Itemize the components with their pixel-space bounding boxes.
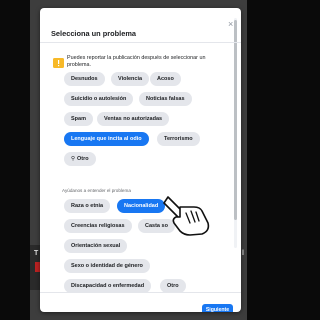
problem-chip-otro[interactable]: ⚲ Otro	[64, 152, 96, 166]
warning-icon	[53, 58, 64, 68]
report-dialog: Selecciona un problema × Puedes reportar…	[40, 8, 241, 312]
problem-chip-otro-label: Otro	[77, 156, 89, 162]
problem-chip-ventas[interactable]: Ventas no autorizadas	[97, 112, 170, 126]
problem-chip-lenguaje-odio[interactable]: Lenguaje que incita al odio	[64, 132, 149, 146]
problem-chip-spam[interactable]: Spam	[64, 112, 93, 126]
scrollbar-thumb[interactable]	[234, 20, 237, 220]
problem-chip-violencia[interactable]: Violencia	[111, 72, 150, 86]
dialog-title: Selecciona un problema	[51, 29, 137, 38]
problem-chip-suicidio[interactable]: Suicidio o autolesión	[64, 92, 134, 106]
background-text-left: T	[34, 250, 39, 257]
header-divider	[40, 42, 241, 43]
section-label: Ayúdanos a entender el problema	[62, 188, 131, 193]
problem-chip-terrorismo[interactable]: Terrorismo	[157, 132, 200, 146]
next-button[interactable]: Siguiente	[202, 304, 233, 312]
report-notice: Puedes reportar la publicación después d…	[67, 55, 206, 68]
problem-chip-acoso[interactable]: Acoso	[150, 72, 181, 86]
hand-pointer-icon	[163, 196, 210, 236]
search-icon: ⚲	[71, 156, 76, 162]
subproblem-chip-orientacion[interactable]: Orientación sexual	[64, 239, 128, 253]
subproblem-chip-discapacidad[interactable]: Discapacidad o enfermedad	[64, 279, 152, 293]
problem-chip-desnudos[interactable]: Desnudos	[64, 72, 105, 86]
subproblem-chip-sexo[interactable]: Sexo o identidad de género	[64, 259, 150, 273]
subproblem-chip-creencias[interactable]: Creencias religiosas	[64, 219, 132, 233]
subproblem-chip-raza[interactable]: Raza o etnia	[64, 199, 111, 213]
problem-chip-noticias-falsas[interactable]: Noticias falsas	[139, 92, 192, 106]
footer-divider	[40, 292, 241, 293]
background-text-right: l	[242, 250, 244, 257]
subproblem-chip-nacionalidad[interactable]: Nacionalidad	[117, 199, 166, 213]
close-icon[interactable]: ×	[228, 20, 233, 29]
subproblem-chip-otro[interactable]: Otro	[160, 279, 186, 293]
